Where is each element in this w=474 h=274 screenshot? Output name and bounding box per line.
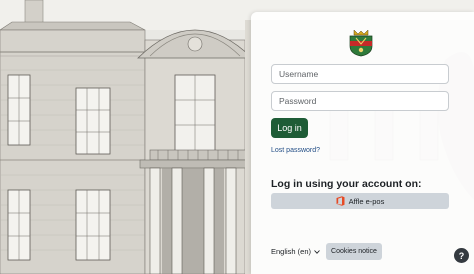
sso-provider-button[interactable]: Affle e-pos: [271, 193, 449, 209]
school-crest-logo: [349, 29, 373, 57]
login-button[interactable]: Log in: [271, 118, 308, 138]
help-icon: ?: [458, 250, 465, 261]
sso-provider-label: Affle e-pos: [348, 196, 385, 206]
help-button[interactable]: ?: [454, 248, 469, 263]
login-page: Log in Lost password? Log in using your …: [0, 0, 474, 274]
login-card: Log in Lost password? Log in using your …: [251, 12, 474, 274]
username-input[interactable]: [271, 64, 449, 84]
office-icon: [336, 196, 345, 206]
cookies-notice-button[interactable]: Cookies notice: [326, 243, 382, 260]
sso-heading: Log in using your account on:: [271, 178, 422, 190]
chevron-down-icon: [314, 249, 320, 254]
password-input[interactable]: [271, 91, 449, 111]
lost-password-link[interactable]: Lost password?: [271, 147, 320, 154]
language-label: English (en): [271, 247, 312, 256]
language-selector[interactable]: English (en): [271, 247, 320, 256]
